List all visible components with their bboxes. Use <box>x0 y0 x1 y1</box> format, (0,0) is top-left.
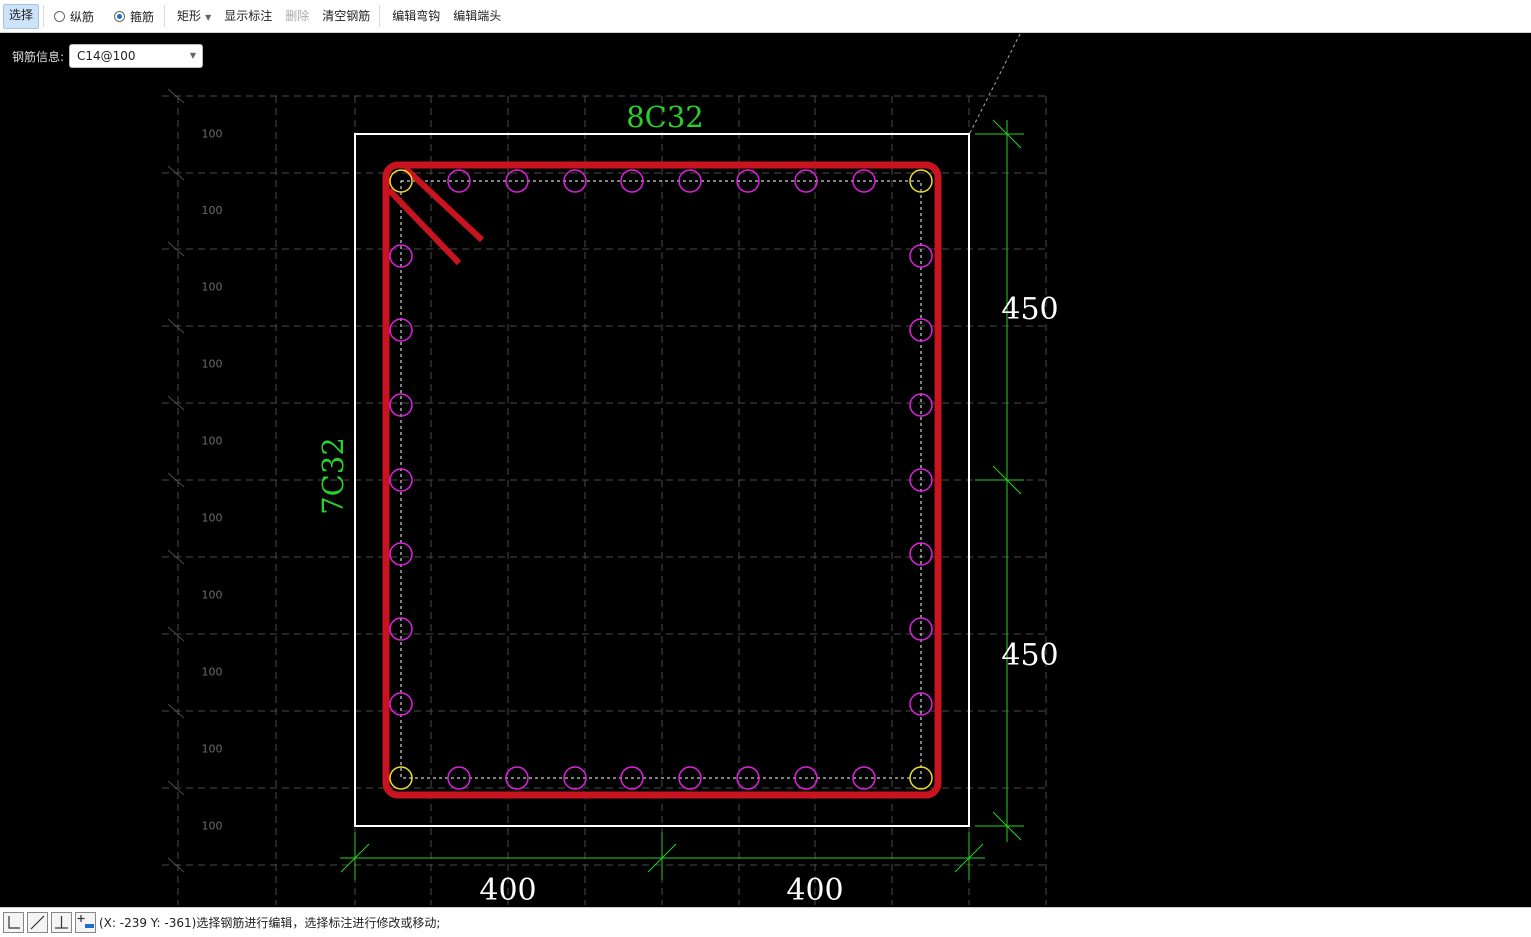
grid-tick <box>167 472 185 488</box>
dimension-text-bottom-2[interactable]: 400 <box>786 873 843 907</box>
grid-tick <box>167 241 185 257</box>
grid-tick <box>167 549 185 565</box>
grid-label: 100 <box>202 358 223 371</box>
grid-lines <box>162 88 1047 905</box>
delete-button[interactable]: 删除 <box>280 5 314 28</box>
drawing-canvas[interactable]: 100 100 100 100 100 100 100 100 100 100 8C32 7C32… <box>0 34 1531 907</box>
grid-label: 100 <box>202 589 223 602</box>
grid-tick <box>167 780 185 796</box>
line-snap-icon[interactable] <box>27 912 48 933</box>
grid-label: 100 <box>202 435 223 448</box>
top-rebar-label[interactable]: 8C32 <box>626 100 704 134</box>
toolbar-separator <box>43 5 45 27</box>
grid-snap-icon[interactable] <box>75 912 96 933</box>
grid-label: 100 <box>202 281 223 294</box>
radio-off-icon <box>54 10 66 22</box>
leader-line <box>969 34 1021 134</box>
shape-dropdown[interactable]: 矩形 ▼ <box>172 5 216 28</box>
grid-tick <box>167 318 185 334</box>
orthogonal-snap-icon[interactable] <box>3 912 24 933</box>
stirrup-label: 箍筋 <box>130 9 155 24</box>
perpendicular-snap-icon[interactable] <box>51 912 72 933</box>
grid-tick <box>167 395 185 411</box>
dimension-text-right-2[interactable]: 450 <box>1001 638 1058 673</box>
side-rebar-label[interactable]: 7C32 <box>316 437 350 515</box>
stirrup-radio[interactable]: 箍筋 <box>114 8 154 25</box>
shape-label: 矩形 <box>177 8 202 23</box>
select-button[interactable]: 选择 <box>3 3 40 29</box>
grid-label: 100 <box>202 128 223 141</box>
dimension-text-bottom-1[interactable]: 400 <box>479 873 536 907</box>
status-bar: (X: -239 Y: -361)选择钢筋进行编辑，选择标注进行修改或移动; <box>0 907 1531 937</box>
radio-on-icon <box>114 10 126 22</box>
edit-end-button[interactable]: 编辑端头 <box>448 5 506 28</box>
grid-tick <box>167 626 185 642</box>
chevron-down-icon: ▼ <box>205 12 212 22</box>
grid-label: 100 <box>202 743 223 756</box>
toolbar-separator <box>379 5 381 27</box>
stirrup-hook[interactable] <box>386 187 462 266</box>
status-text: (X: -239 Y: -361)选择钢筋进行编辑，选择标注进行修改或移动; <box>99 916 441 930</box>
grid-label: 100 <box>202 204 223 217</box>
grid-tick <box>167 857 185 873</box>
grid-tick <box>167 88 185 104</box>
grid-tick <box>167 703 185 719</box>
grid-tick <box>167 165 185 181</box>
edit-hook-button[interactable]: 编辑弯钩 <box>387 5 445 28</box>
toolbar: 选择 纵筋 箍筋 矩形 ▼ 显示标注 删除 清空钢筋 编辑弯钩 编辑端头 <box>0 0 1531 33</box>
toolbar-separator <box>164 5 166 27</box>
clear-rebar-button[interactable]: 清空钢筋 <box>317 5 375 28</box>
grid-label: 100 <box>202 820 223 833</box>
grid-label: 100 <box>202 666 223 679</box>
dimension-text-right-1[interactable]: 450 <box>1001 292 1058 327</box>
longitudinal-radio[interactable]: 纵筋 <box>54 8 94 25</box>
grid-label: 100 <box>202 512 223 525</box>
longitudinal-label: 纵筋 <box>70 9 95 24</box>
show-dimension-button[interactable]: 显示标注 <box>219 5 277 28</box>
